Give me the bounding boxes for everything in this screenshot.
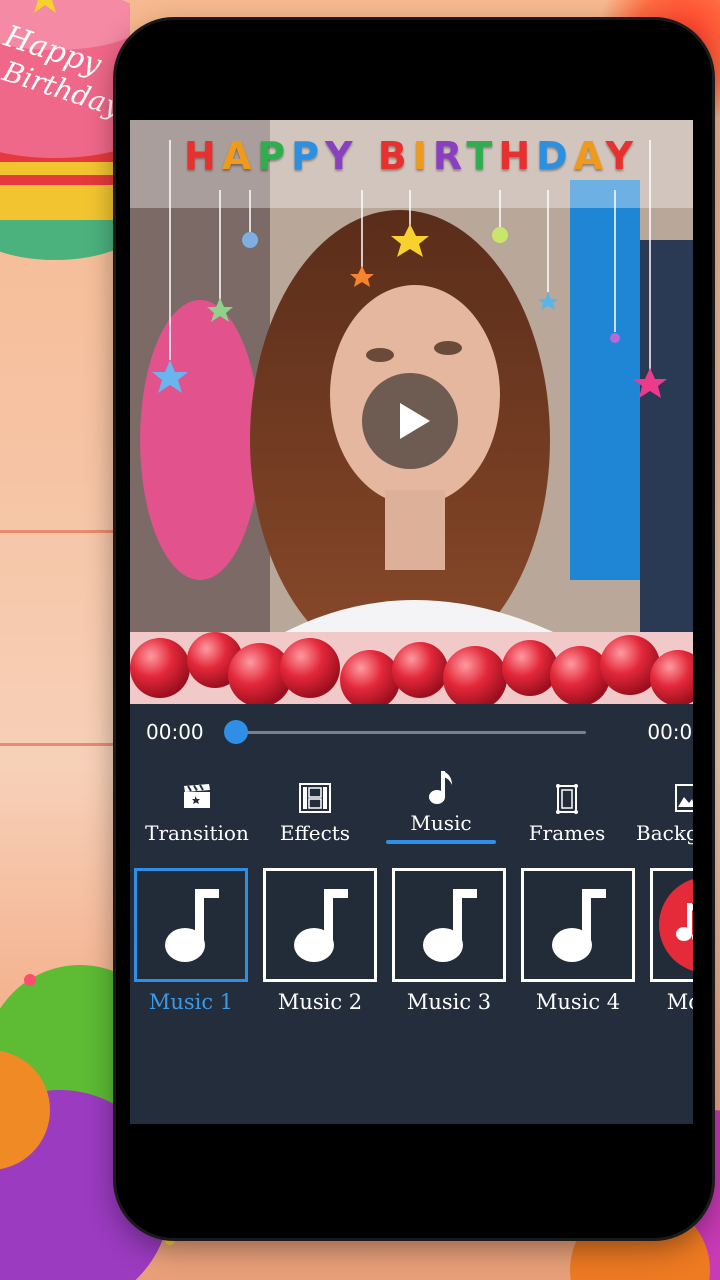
tab-frames[interactable]: Frames [522, 765, 612, 851]
music-thumbnail [392, 868, 506, 982]
title-letter: A [221, 134, 258, 178]
music-label: Music 3 [406, 990, 492, 1014]
seek-track[interactable] [234, 731, 586, 734]
music-label: Music 4 [535, 990, 621, 1014]
music-thumbnail [134, 868, 248, 982]
background-icon [675, 784, 693, 812]
tab-label: Backg [636, 821, 693, 845]
title-letter: Y [324, 134, 359, 178]
title-letter: T [466, 134, 499, 178]
frame-icon [556, 784, 578, 814]
decorative-frame [0, 530, 128, 746]
music-note-icon [165, 889, 219, 962]
title-letter: Y [605, 134, 639, 178]
tab-music[interactable]: Music [386, 765, 496, 851]
seek-thumb[interactable] [224, 720, 248, 744]
music-note-icon [294, 889, 348, 962]
music-label: More [666, 990, 693, 1014]
clapperboard-icon [184, 784, 210, 808]
title-letter: B [377, 134, 413, 178]
more-music-icon [659, 877, 693, 973]
tab-transition[interactable]: Transition [138, 765, 256, 851]
tab-label: Transition [145, 821, 249, 845]
music-label: Music 2 [277, 990, 363, 1014]
happy-birthday-title: HAPPY BIRTHDAY [130, 134, 693, 178]
tab-effects[interactable]: Effects [270, 765, 360, 851]
music-list: Music 1 Music 2 Music 3 Music 4 M [130, 868, 693, 1028]
music-thumbnail [263, 868, 377, 982]
title-letter: D [536, 134, 574, 178]
title-letter: H [184, 134, 222, 178]
video-preview[interactable]: HAPPY BIRTHDAY [130, 120, 693, 704]
title-letter: I [412, 134, 433, 178]
music-note-icon [552, 889, 606, 962]
title-letter: P [291, 134, 325, 178]
tab-label: Music [410, 811, 472, 835]
title-letter: R [432, 134, 467, 178]
seek-bar-row: 00:00 00:06 [130, 704, 693, 762]
duration-time: 00:06 [647, 720, 693, 744]
title-letter: H [498, 134, 537, 178]
music-thumbnail [650, 868, 693, 982]
title-letter [358, 134, 377, 178]
play-button[interactable] [362, 373, 458, 469]
music-note-icon [429, 771, 452, 804]
editor-tabs: Transition Effects Music Frames Backg [130, 765, 693, 851]
title-letter: A [573, 134, 606, 178]
active-tab-indicator [386, 840, 496, 844]
title-letter: P [257, 134, 292, 178]
film-effects-icon [299, 783, 331, 813]
tab-background[interactable]: Backg [636, 765, 693, 851]
tab-label: Frames [528, 821, 606, 845]
music-thumbnail [521, 868, 635, 982]
music-label: Music 1 [148, 990, 234, 1014]
current-time: 00:00 [146, 720, 204, 744]
music-note-icon [423, 889, 477, 962]
tab-label: Effects [279, 821, 351, 845]
app-screen: HAPPY BIRTHDAY 00:00 00:06 Transition [130, 120, 693, 1124]
birthday-cake-illustration: Happy Birthday [0, 0, 130, 260]
